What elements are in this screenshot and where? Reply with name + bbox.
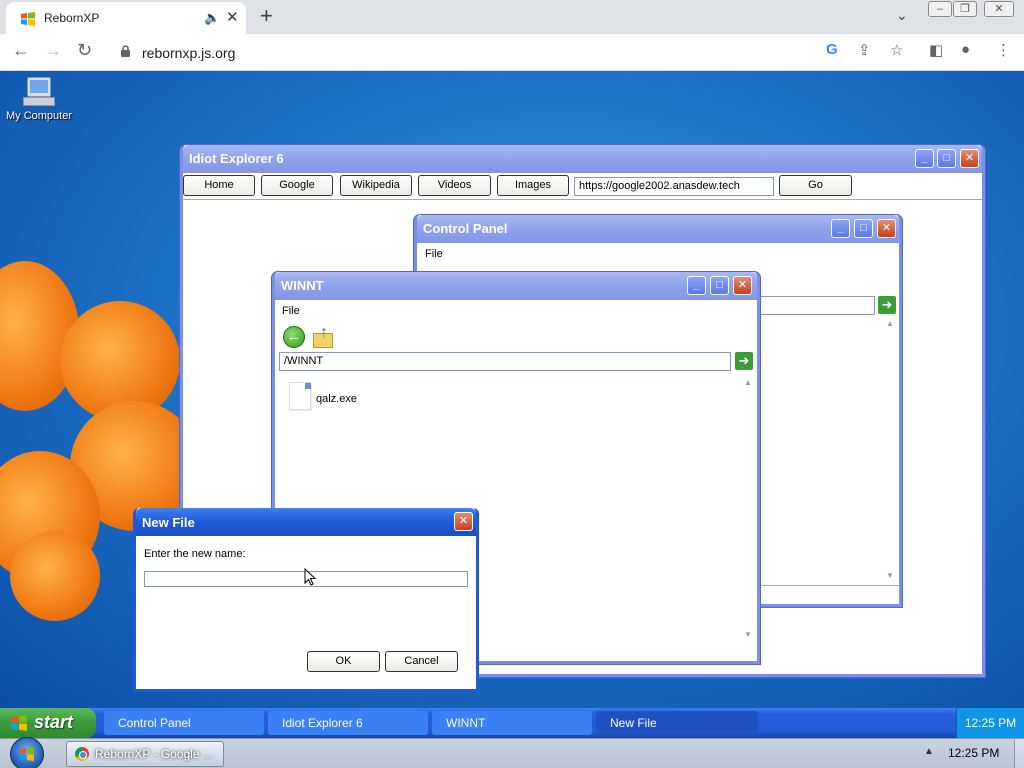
home-button[interactable]: Home xyxy=(183,175,255,196)
path-input[interactable]: /WINNT xyxy=(279,352,731,371)
xp-taskbar: start Control Panel Idiot Explorer 6 WIN… xyxy=(0,708,1024,738)
close-button[interactable]: ✕ xyxy=(733,276,752,295)
speaker-icon[interactable]: 🔈 xyxy=(204,10,220,26)
ok-button[interactable]: OK xyxy=(307,651,380,672)
maximize-button[interactable]: □ xyxy=(710,276,729,295)
windows-flag-icon xyxy=(11,715,27,731)
tray-expand-icon[interactable]: ▲ xyxy=(924,746,934,757)
lock-icon xyxy=(121,45,130,57)
forward-arrow-icon[interactable]: → xyxy=(44,40,62,61)
close-button[interactable]: ✕ xyxy=(454,512,473,531)
google-button[interactable]: Google xyxy=(261,175,333,196)
control-panel-address-input[interactable] xyxy=(757,296,875,315)
host-task-chrome[interactable]: RebornXP - Google ... xyxy=(66,741,224,767)
file-menu[interactable]: File xyxy=(282,305,300,317)
back-arrow-icon[interactable]: ← xyxy=(12,40,30,61)
mouse-cursor-icon xyxy=(304,568,316,586)
profile-avatar-icon[interactable]: ● xyxy=(961,41,970,58)
back-arrow-icon[interactable]: ← xyxy=(283,326,305,348)
xp-clock: 12:25 PM xyxy=(956,708,1024,738)
window-titlebar[interactable]: Control Panel _ □ ✕ xyxy=(417,215,899,243)
scroll-down-arrow[interactable]: ▼ xyxy=(883,571,897,580)
maximize-button[interactable]: □ xyxy=(854,219,873,238)
window-titlebar[interactable]: Idiot Explorer 6 _ □ ✕ xyxy=(183,145,982,173)
computer-icon xyxy=(23,77,55,107)
side-panel-icon[interactable]: ◧ xyxy=(929,41,943,59)
file-name-label[interactable]: qalz.exe xyxy=(316,393,357,405)
browser-toolbar: ← → ↻ rebornxp.js.org G ⇪ ☆ ◧ ● ⋮ xyxy=(0,34,1024,71)
scroll-down-arrow[interactable]: ▼ xyxy=(741,630,755,639)
taskbar-item-control-panel[interactable]: Control Panel xyxy=(104,711,264,735)
tab-search-chevron-icon[interactable]: ⌄ xyxy=(896,7,908,24)
share-icon[interactable]: ⇪ xyxy=(858,41,871,59)
bookmark-star-icon[interactable]: ☆ xyxy=(890,41,903,59)
minimize-button[interactable]: _ xyxy=(687,276,706,295)
host-task-label: RebornXP - Google ... xyxy=(95,747,213,761)
close-button[interactable]: ✕ xyxy=(877,219,896,238)
dialog-titlebar[interactable]: New File ✕ xyxy=(136,508,476,536)
scroll-up-arrow[interactable]: ▲ xyxy=(883,319,897,328)
browser-tab[interactable]: RebornXP 🔈 ✕ xyxy=(6,2,246,34)
up-folder-icon[interactable]: ↑ xyxy=(313,325,335,349)
close-button[interactable]: ✕ xyxy=(960,149,979,168)
windows-flag-icon xyxy=(21,12,35,26)
minimize-window-button[interactable]: – xyxy=(928,1,952,17)
scroll-up-arrow[interactable]: ▲ xyxy=(741,378,755,387)
dialog-prompt: Enter the new name: xyxy=(144,548,246,560)
fish-decoration xyxy=(10,531,100,621)
wikipedia-button[interactable]: Wikipedia xyxy=(340,175,412,196)
tab-title: RebornXP xyxy=(44,11,100,25)
dialog-title: New File xyxy=(142,515,195,530)
videos-button[interactable]: Videos xyxy=(418,175,491,196)
go-arrow-icon[interactable]: ➜ xyxy=(735,352,753,370)
minimize-button[interactable]: _ xyxy=(915,149,934,168)
chrome-icon xyxy=(75,747,89,761)
host-clock: 12:25 PM xyxy=(948,746,1000,760)
window-titlebar[interactable]: WINNT _ □ ✕ xyxy=(275,272,757,300)
file-icon[interactable] xyxy=(289,382,311,410)
host-taskbar: RebornXP - Google ... ▲ 12:25 PM xyxy=(0,737,1024,768)
windows-flag-icon xyxy=(20,747,34,761)
images-button[interactable]: Images xyxy=(497,175,569,196)
ie-address-input[interactable]: https://google2002.anasdew.tech xyxy=(574,177,774,196)
url-text: rebornxp.js.org xyxy=(142,45,236,61)
taskbar-item-new-file[interactable]: New File xyxy=(596,711,758,735)
menu-kebab-icon[interactable]: ⋮ xyxy=(996,41,1011,59)
start-label: start xyxy=(34,712,74,732)
close-window-button[interactable]: ✕ xyxy=(984,1,1014,17)
taskbar-item-idiot-explorer[interactable]: Idiot Explorer 6 xyxy=(268,711,428,735)
maximize-button[interactable]: □ xyxy=(937,149,956,168)
xp-desktop: My Computer Idiot Explorer 6 _ □ ✕ Home … xyxy=(0,71,1024,708)
windows-start-orb-icon[interactable] xyxy=(10,737,44,768)
desktop-icon-my-computer[interactable]: My Computer xyxy=(4,77,74,122)
start-button[interactable]: start xyxy=(0,708,96,738)
new-file-dialog: New File ✕ Enter the new name: OK Cancel xyxy=(133,508,479,692)
restore-window-button[interactable]: ❐ xyxy=(953,1,977,17)
desktop-icon-label: My Computer xyxy=(5,110,73,122)
taskbar-item-winnt[interactable]: WINNT xyxy=(432,711,592,735)
go-button[interactable]: Go xyxy=(779,175,852,196)
go-arrow-icon[interactable]: ➜ xyxy=(878,296,896,314)
tab-close-icon[interactable]: ✕ xyxy=(226,8,239,26)
new-tab-button[interactable]: + xyxy=(260,3,273,29)
window-title: Control Panel xyxy=(423,221,508,236)
minimize-button[interactable]: _ xyxy=(831,219,850,238)
cancel-button[interactable]: Cancel xyxy=(385,651,458,672)
file-menu[interactable]: File xyxy=(425,248,443,260)
window-title: WINNT xyxy=(281,278,324,293)
window-title: Idiot Explorer 6 xyxy=(189,151,284,166)
show-desktop-button[interactable] xyxy=(1014,739,1024,768)
address-bar[interactable]: rebornxp.js.org xyxy=(110,37,850,67)
reload-icon[interactable]: ↻ xyxy=(77,40,92,61)
google-icon[interactable]: G xyxy=(826,41,838,58)
browser-tabstrip: RebornXP 🔈 ✕ + ⌄ – ❐ ✕ xyxy=(0,0,1024,34)
